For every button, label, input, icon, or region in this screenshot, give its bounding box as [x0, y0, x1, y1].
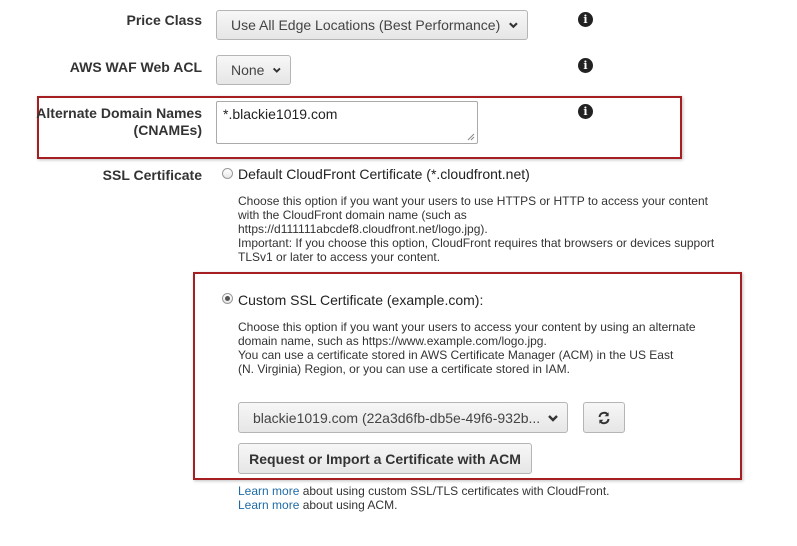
default-cert-label[interactable]: Default CloudFront Certificate (*.cloudf…	[238, 166, 530, 182]
ssl-label: SSL Certificate	[102, 167, 202, 183]
desc-line: You can use a certificate stored in AWS …	[238, 348, 674, 362]
desc-line: Important: If you choose this option, Cl…	[238, 236, 715, 250]
custom-cert-label[interactable]: Custom SSL Certificate (example.com):	[238, 292, 483, 308]
footer-line: Learn more about using custom SSL/TLS ce…	[238, 484, 610, 498]
cnames-value: *.blackie1019.com	[223, 106, 338, 122]
price-class-select[interactable]: Use All Edge Locations (Best Performance…	[216, 10, 528, 40]
price-class-value: Use All Edge Locations (Best Performance…	[231, 17, 501, 33]
desc-line: with the CloudFront domain name (such as	[238, 208, 467, 222]
resize-handle-icon[interactable]	[467, 133, 475, 141]
certificate-value: blackie1019.com (22a3d6fb-db5e-49f6-932b…	[253, 409, 539, 426]
custom-cert-radio[interactable]	[222, 293, 233, 304]
footer-text: about using custom SSL/TLS certificates …	[299, 484, 610, 498]
chevron-down-icon	[509, 22, 518, 29]
footer-line: Learn more about using ACM.	[238, 498, 397, 512]
price-class-label: Price Class	[126, 12, 203, 28]
cnames-textarea[interactable]: *.blackie1019.com	[216, 101, 478, 144]
waf-label: AWS WAF Web ACL	[69, 59, 202, 75]
learn-more-link[interactable]: Learn more	[238, 484, 299, 498]
desc-line: (N. Virginia) Region, or you can use a c…	[238, 362, 570, 376]
chevron-down-icon	[273, 67, 282, 73]
request-certificate-button[interactable]: Request or Import a Certificate with ACM	[238, 443, 532, 474]
desc-line: Choose this option if you want your user…	[238, 194, 708, 208]
custom-cert-description: Choose this option if you want your user…	[238, 320, 728, 376]
refresh-button[interactable]	[583, 402, 625, 433]
waf-value: None	[231, 62, 265, 78]
cnames-label: Alternate Domain Names (CNAMEs)	[36, 105, 202, 139]
chevron-down-icon	[548, 414, 558, 422]
info-icon[interactable]: i	[578, 58, 593, 73]
desc-line: Choose this option if you want your user…	[238, 320, 696, 334]
desc-line: domain name, such as https://www.example…	[238, 334, 547, 348]
desc-line: TLSv1 or later to access your content.	[238, 250, 441, 264]
cnames-label-line2: (CNAMEs)	[133, 122, 202, 138]
refresh-icon	[598, 411, 610, 424]
info-icon[interactable]: i	[578, 12, 593, 27]
desc-line: https://d111111abcdef8.cloudfront.net/lo…	[238, 222, 488, 236]
default-cert-description: Choose this option if you want your user…	[238, 194, 728, 264]
learn-more-link[interactable]: Learn more	[238, 498, 299, 512]
default-cert-radio[interactable]	[222, 168, 233, 179]
footer-text: about using ACM.	[299, 498, 398, 512]
info-icon[interactable]: i	[578, 104, 593, 119]
cnames-label-line1: Alternate Domain Names	[36, 105, 202, 121]
waf-select[interactable]: None	[216, 55, 291, 85]
certificate-select[interactable]: blackie1019.com (22a3d6fb-db5e-49f6-932b…	[238, 402, 568, 433]
